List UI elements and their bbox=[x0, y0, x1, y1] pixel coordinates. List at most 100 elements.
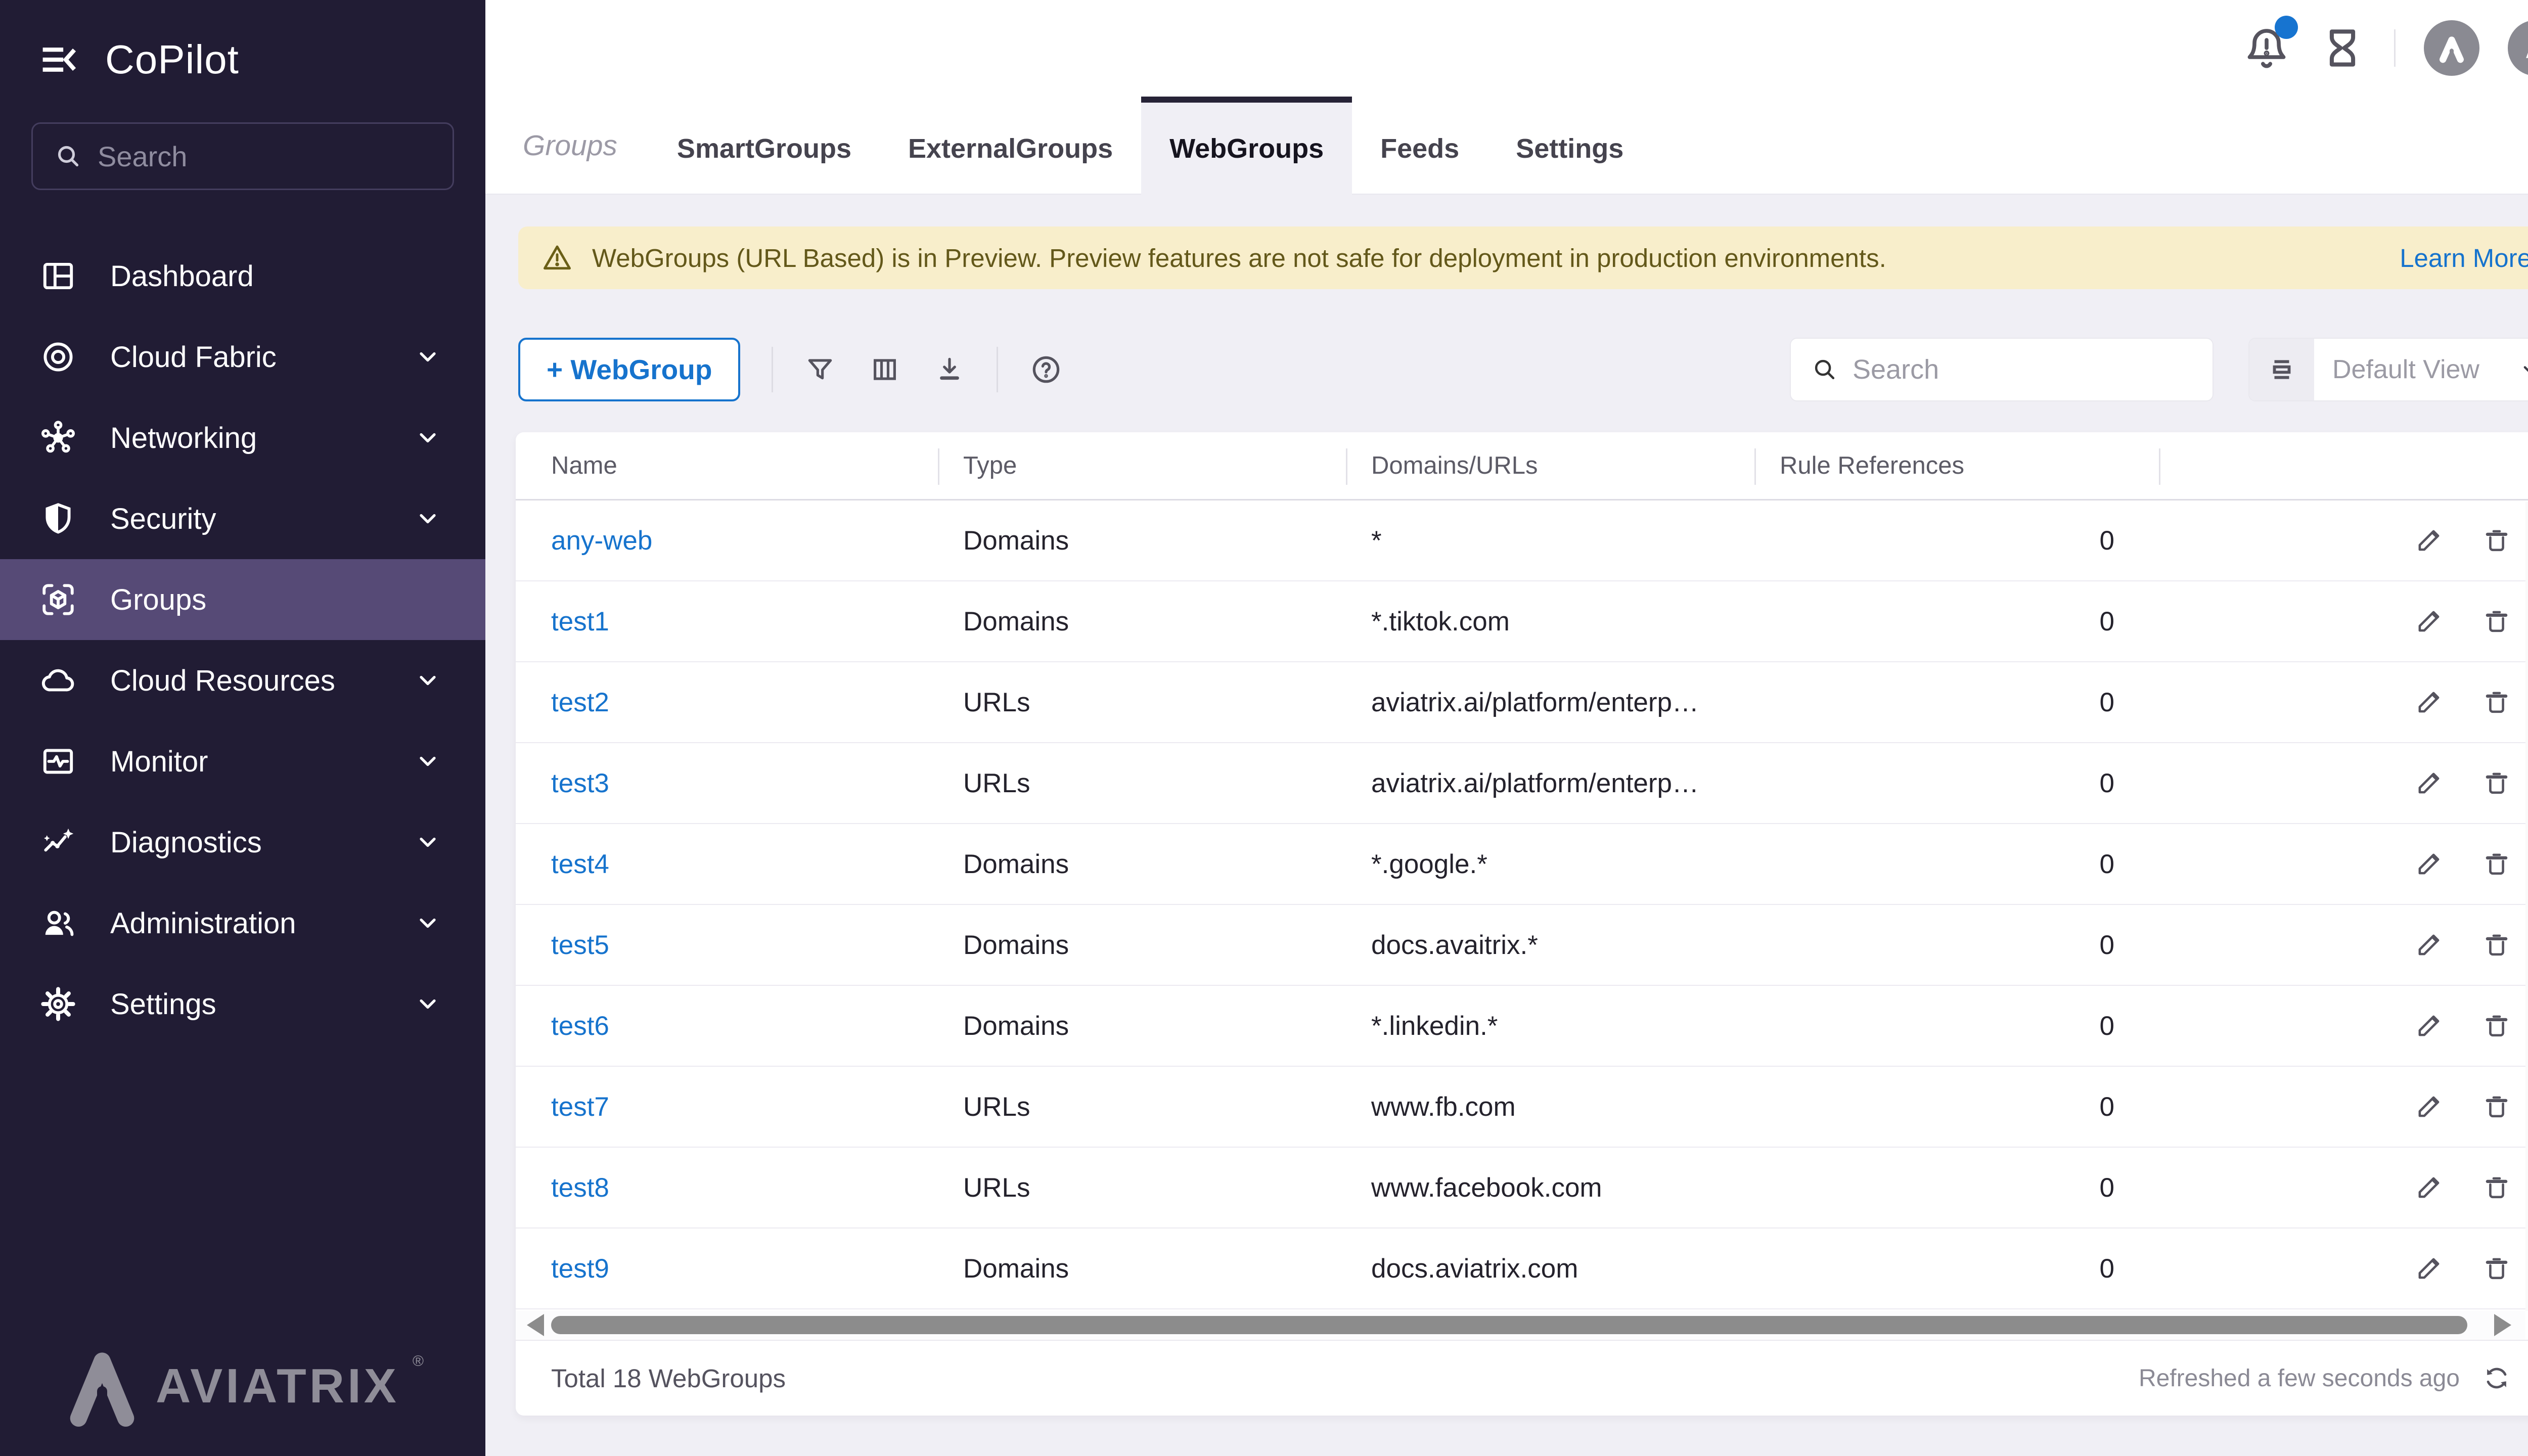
aviatrix-logo-mark-icon bbox=[62, 1346, 143, 1427]
app-title: CoPilot bbox=[105, 36, 239, 83]
edit-pencil-icon[interactable] bbox=[2414, 688, 2444, 717]
webgroup-name-link[interactable]: test5 bbox=[551, 930, 609, 960]
scroll-right-arrow[interactable] bbox=[2494, 1314, 2511, 1336]
edit-pencil-icon[interactable] bbox=[2414, 526, 2444, 555]
refresh-icon[interactable] bbox=[2482, 1363, 2511, 1393]
webgroup-name-link[interactable]: test7 bbox=[551, 1092, 609, 1122]
webgroup-domains: www.fb.com bbox=[1346, 1091, 1754, 1122]
sidebar-item-security[interactable]: Security bbox=[0, 478, 485, 559]
edit-pencil-icon[interactable] bbox=[2414, 1173, 2444, 1202]
banner-message: WebGroups (URL Based) is in Preview. Pre… bbox=[592, 243, 2380, 273]
scroll-left-arrow[interactable] bbox=[527, 1314, 544, 1336]
sidebar-item-monitor[interactable]: Monitor bbox=[0, 721, 485, 802]
column-header-type[interactable]: Type bbox=[938, 451, 1346, 480]
webgroup-domains: *.google.* bbox=[1346, 849, 1754, 880]
groups-icon bbox=[39, 581, 77, 618]
column-header-domains[interactable]: Domains/URLs bbox=[1346, 451, 1754, 480]
dashboard-icon bbox=[39, 257, 77, 295]
tab-webgroups[interactable]: WebGroups bbox=[1141, 97, 1352, 195]
edit-pencil-icon[interactable] bbox=[2414, 768, 2444, 798]
sidebar-item-dashboard[interactable]: Dashboard bbox=[0, 236, 485, 316]
chevron-down-icon bbox=[415, 991, 441, 1017]
sidebar-item-administration[interactable]: Administration bbox=[0, 883, 485, 964]
edit-pencil-icon[interactable] bbox=[2414, 1254, 2444, 1283]
sidebar-item-settings[interactable]: Settings bbox=[0, 964, 485, 1044]
delete-trash-icon[interactable] bbox=[2482, 688, 2511, 717]
columns-icon[interactable] bbox=[869, 354, 900, 385]
diagnostics-icon bbox=[39, 824, 77, 861]
delete-trash-icon[interactable] bbox=[2482, 768, 2511, 798]
edit-pencil-icon[interactable] bbox=[2414, 1092, 2444, 1121]
org-avatar[interactable] bbox=[2424, 20, 2479, 76]
webgroup-type: Domains bbox=[938, 525, 1346, 556]
webgroup-rule-references: 0 bbox=[1754, 849, 2159, 880]
delete-trash-icon[interactable] bbox=[2482, 526, 2511, 555]
notifications-bell-icon[interactable] bbox=[2242, 24, 2291, 72]
webgroup-type: URLs bbox=[938, 687, 1346, 718]
webgroup-name-link[interactable]: test4 bbox=[551, 849, 609, 879]
horizontal-scrollbar[interactable] bbox=[516, 1311, 2525, 1339]
column-header-rule-references[interactable]: Rule References bbox=[1754, 451, 2159, 480]
horizontal-scrollbar-thumb[interactable] bbox=[551, 1316, 2467, 1334]
edit-pencil-icon[interactable] bbox=[2414, 930, 2444, 960]
sidebar-search[interactable] bbox=[31, 122, 454, 190]
help-icon[interactable] bbox=[1029, 353, 1063, 386]
webgroup-name-link[interactable]: test9 bbox=[551, 1254, 609, 1284]
table-search-input[interactable] bbox=[1853, 354, 2192, 385]
sidebar-item-cloud-fabric[interactable]: Cloud Fabric bbox=[0, 316, 485, 397]
edit-pencil-icon[interactable] bbox=[2414, 607, 2444, 636]
delete-trash-icon[interactable] bbox=[2482, 930, 2511, 960]
webgroup-rule-references: 0 bbox=[1754, 1091, 2159, 1122]
delete-trash-icon[interactable] bbox=[2482, 849, 2511, 879]
view-layout-icon bbox=[2249, 339, 2314, 400]
chevron-down-icon bbox=[415, 748, 441, 775]
networking-icon bbox=[39, 419, 77, 457]
webgroup-rule-references: 0 bbox=[1754, 687, 2159, 718]
tab-externalgroups[interactable]: ExternalGroups bbox=[880, 97, 1141, 195]
delete-trash-icon[interactable] bbox=[2482, 1092, 2511, 1121]
add-webgroup-button[interactable]: + WebGroup bbox=[518, 338, 740, 401]
learn-more-link[interactable]: Learn More bbox=[2400, 243, 2528, 273]
delete-trash-icon[interactable] bbox=[2482, 1011, 2511, 1040]
sidebar-item-networking[interactable]: Networking bbox=[0, 397, 485, 478]
webgroup-name-link[interactable]: test1 bbox=[551, 607, 609, 636]
hourglass-icon[interactable] bbox=[2319, 25, 2366, 71]
table-row: test6 Domains *.linkedin.* 0 bbox=[516, 986, 2528, 1067]
table-row: test9 Domains docs.aviatrix.com 0 bbox=[516, 1228, 2528, 1309]
sidebar-item-cloud-resources[interactable]: Cloud Resources bbox=[0, 640, 485, 721]
sidebar-search-input[interactable] bbox=[98, 140, 431, 173]
sidebar-item-diagnostics[interactable]: Diagnostics bbox=[0, 802, 485, 883]
webgroup-name-link[interactable]: test2 bbox=[551, 688, 609, 717]
sidebar-collapse-icon[interactable] bbox=[39, 38, 83, 81]
webgroup-type: Domains bbox=[938, 930, 1346, 961]
webgroup-name-link[interactable]: any-web bbox=[551, 526, 652, 556]
vertical-scrollbar[interactable] bbox=[2525, 502, 2528, 1311]
filter-icon[interactable] bbox=[804, 354, 836, 385]
people-icon bbox=[39, 904, 77, 942]
table-row: any-web Domains * 0 bbox=[516, 500, 2528, 581]
delete-trash-icon[interactable] bbox=[2482, 1173, 2511, 1202]
tab-settings[interactable]: Settings bbox=[1487, 97, 1652, 195]
column-header-name[interactable]: Name bbox=[516, 451, 938, 480]
webgroup-name-link[interactable]: test6 bbox=[551, 1011, 609, 1041]
webgroup-name-link[interactable]: test3 bbox=[551, 768, 609, 798]
view-select[interactable]: Default View bbox=[2248, 338, 2528, 401]
table-row: test5 Domains docs.avaitrix.* 0 bbox=[516, 905, 2528, 986]
tab-feeds[interactable]: Feeds bbox=[1352, 97, 1487, 195]
webgroup-rule-references: 0 bbox=[1754, 1011, 2159, 1041]
webgroup-name-link[interactable]: test8 bbox=[551, 1173, 609, 1203]
table-row: test2 URLs aviatrix.ai/platform/enterp… … bbox=[516, 662, 2528, 743]
chevron-down-icon bbox=[415, 910, 441, 936]
table-search[interactable] bbox=[1790, 338, 2214, 401]
sidebar-item-groups[interactable]: Groups bbox=[0, 559, 485, 640]
edit-pencil-icon[interactable] bbox=[2414, 849, 2444, 879]
search-icon bbox=[54, 142, 82, 170]
topbar: A Groups SmartGroups ExternalGroups WebG… bbox=[485, 0, 2528, 195]
delete-trash-icon[interactable] bbox=[2482, 1254, 2511, 1283]
user-avatar[interactable]: A bbox=[2508, 20, 2528, 76]
edit-pencil-icon[interactable] bbox=[2414, 1011, 2444, 1040]
delete-trash-icon[interactable] bbox=[2482, 607, 2511, 636]
download-icon[interactable] bbox=[934, 354, 965, 385]
tab-smartgroups[interactable]: SmartGroups bbox=[649, 97, 880, 195]
column-divider bbox=[1346, 448, 1347, 485]
